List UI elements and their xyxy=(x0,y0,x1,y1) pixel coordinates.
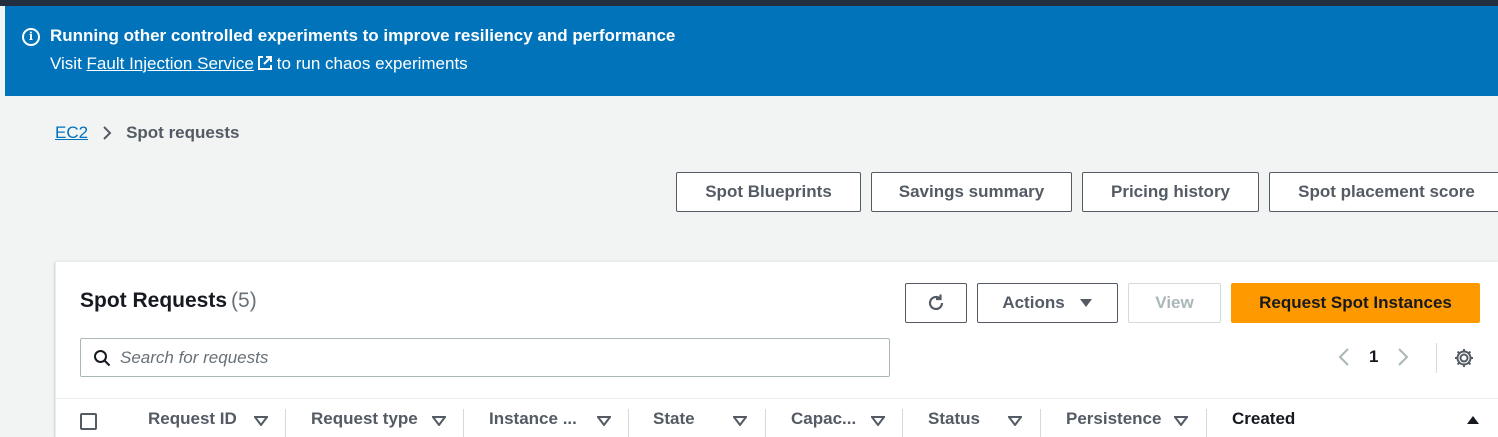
view-button[interactable]: View xyxy=(1128,283,1221,323)
current-page[interactable]: 1 xyxy=(1369,347,1378,367)
request-spot-instances-button[interactable]: Request Spot Instances xyxy=(1231,283,1480,323)
flashbar-suffix: to run chaos experiments xyxy=(276,54,468,73)
caret-down-icon xyxy=(1079,299,1092,307)
search-input[interactable] xyxy=(120,347,880,368)
breadcrumb-ec2-link[interactable]: EC2 xyxy=(55,123,88,143)
column-divider xyxy=(463,409,464,437)
savings-summary-button[interactable]: Savings summary xyxy=(871,172,1072,212)
column-divider xyxy=(902,409,903,437)
breadcrumb: EC2 Spot requests xyxy=(55,123,239,143)
column-header-status[interactable]: Status xyxy=(928,399,980,437)
sort-caret-down-icon[interactable] xyxy=(1008,416,1022,426)
pager-divider xyxy=(1436,343,1437,373)
breadcrumb-current: Spot requests xyxy=(126,123,240,142)
sort-caret-down-icon[interactable] xyxy=(733,416,747,426)
sort-caret-down-icon[interactable] xyxy=(432,416,446,426)
chevron-left-icon[interactable] xyxy=(1338,347,1350,367)
actions-dropdown[interactable]: Actions xyxy=(977,283,1118,323)
info-flashbar: i Running other controlled experiments t… xyxy=(5,6,1498,96)
info-icon: i xyxy=(22,28,40,46)
table-title: Spot Requests (5) xyxy=(80,289,257,313)
pricing-history-button[interactable]: Pricing history xyxy=(1082,172,1259,212)
column-divider xyxy=(628,409,629,437)
sort-caret-down-icon[interactable] xyxy=(254,416,268,426)
spot-blueprints-button[interactable]: Spot Blueprints xyxy=(676,172,861,212)
flashbar-message: Visit Fault Injection Service to run chao… xyxy=(50,54,468,74)
column-divider xyxy=(285,409,286,437)
pagination: 1 xyxy=(1338,347,1409,367)
spot-requests-table-container: Spot Requests (5) Actions View Request Sp… xyxy=(55,261,1498,437)
actions-label: Actions xyxy=(1002,293,1065,312)
column-header-state[interactable]: State xyxy=(653,399,695,437)
search-field[interactable] xyxy=(80,338,890,377)
refresh-button[interactable] xyxy=(905,283,967,323)
column-divider xyxy=(1040,409,1041,437)
table-count: (5) xyxy=(231,289,257,312)
chevron-right-icon[interactable] xyxy=(1397,347,1409,367)
column-divider xyxy=(765,409,766,437)
column-header-request-id[interactable]: Request ID xyxy=(148,399,237,437)
column-header-instance[interactable]: Instance ... xyxy=(489,399,577,437)
column-header-capacity[interactable]: Capac... xyxy=(791,399,856,437)
fault-injection-service-link[interactable]: Fault Injection Service xyxy=(87,54,254,73)
sort-caret-down-icon[interactable] xyxy=(597,416,611,426)
table-header: Request ID Request type Instance ... Sta… xyxy=(56,398,1498,437)
select-all-checkbox[interactable] xyxy=(80,413,97,430)
sort-caret-up-icon[interactable] xyxy=(1466,415,1480,425)
table-title-text: Spot Requests xyxy=(80,289,228,312)
chevron-right-icon xyxy=(102,125,112,141)
spot-placement-score-button[interactable]: Spot placement score xyxy=(1269,172,1498,212)
gear-icon[interactable] xyxy=(1453,347,1475,369)
column-divider xyxy=(1206,409,1207,437)
column-header-persistence[interactable]: Persistence xyxy=(1066,399,1161,437)
external-link-icon xyxy=(257,56,272,70)
search-icon xyxy=(94,349,111,366)
column-header-created[interactable]: Created xyxy=(1232,399,1295,437)
column-header-request-type[interactable]: Request type xyxy=(311,399,418,437)
refresh-icon xyxy=(928,294,944,311)
flashbar-title: Running other controlled experiments to … xyxy=(50,26,676,45)
sort-caret-down-icon[interactable] xyxy=(871,416,885,426)
flashbar-prefix: Visit xyxy=(50,54,82,73)
sort-caret-down-icon[interactable] xyxy=(1174,416,1188,426)
